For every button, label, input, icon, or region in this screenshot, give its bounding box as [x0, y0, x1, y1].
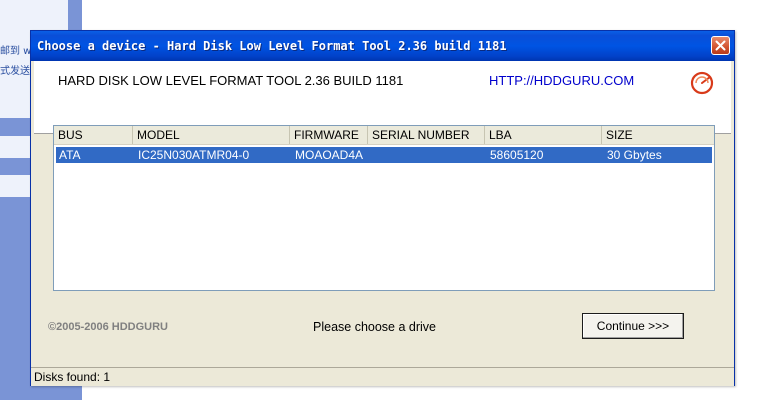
continue-button[interactable]: Continue >>>	[582, 313, 684, 339]
prompt-text: Please choose a drive	[313, 320, 436, 334]
device-row[interactable]: ATA IC25N030ATMR04-0 MOAOAD4A 58605120 3…	[56, 147, 712, 163]
app-title: HARD DISK LOW LEVEL FORMAT TOOL 2.36 BUI…	[58, 73, 404, 88]
column-header-firmware[interactable]: FIRMWARE	[290, 126, 368, 144]
window-title: Choose a device - Hard Disk Low Level Fo…	[37, 39, 507, 53]
background-text: 式发送	[0, 66, 30, 77]
background-text: 邮到 w	[0, 46, 32, 57]
title-bar[interactable]: Choose a device - Hard Disk Low Level Fo…	[31, 31, 734, 61]
cell-model: IC25N030ATMR04-0	[138, 148, 250, 162]
website-link[interactable]: HTTP://HDDGURU.COM	[489, 73, 634, 88]
cell-bus: ATA	[59, 148, 81, 162]
cell-firmware: MOAOAD4A	[295, 148, 364, 162]
header-panel: HARD DISK LOW LEVEL FORMAT TOOL 2.36 BUI…	[34, 61, 731, 134]
list-header: BUS MODEL FIRMWARE SERIAL NUMBER LBA SIZ…	[54, 126, 714, 145]
hddguru-logo-icon	[690, 71, 714, 95]
column-header-model[interactable]: MODEL	[133, 126, 290, 144]
column-header-lba[interactable]: LBA	[485, 126, 602, 144]
copyright-text: ©2005-2006 HDDGURU	[48, 321, 168, 333]
status-text: Disks found: 1	[34, 370, 111, 384]
device-list[interactable]: BUS MODEL FIRMWARE SERIAL NUMBER LBA SIZ…	[53, 125, 715, 291]
close-icon	[715, 40, 726, 51]
column-header-size[interactable]: SIZE	[602, 126, 714, 144]
column-header-bus[interactable]: BUS	[54, 126, 133, 144]
cell-lba: 58605120	[490, 148, 544, 162]
cell-size: 30 Gbytes	[607, 148, 662, 162]
close-button[interactable]	[711, 36, 730, 55]
choose-device-dialog: Choose a device - Hard Disk Low Level Fo…	[30, 30, 735, 386]
status-bar: Disks found: 1	[31, 367, 734, 386]
column-header-serial-number[interactable]: SERIAL NUMBER	[368, 126, 485, 144]
